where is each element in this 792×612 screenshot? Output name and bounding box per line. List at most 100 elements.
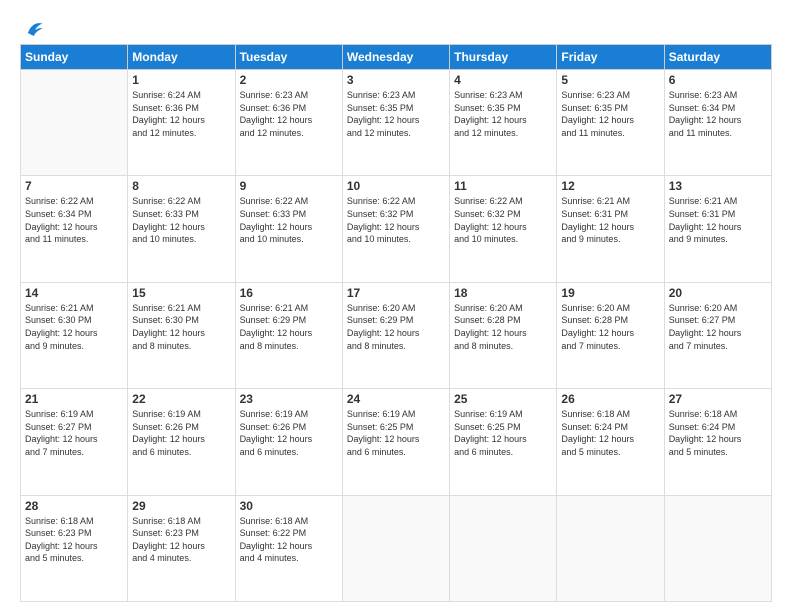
day-number: 9 [240,179,338,193]
day-number: 26 [561,392,659,406]
calendar-week-row: 14 Sunrise: 6:21 AMSunset: 6:30 PMDayligh… [21,282,772,388]
day-number: 1 [132,73,230,87]
day-info: Sunrise: 6:18 AMSunset: 6:24 PMDaylight:… [561,408,659,458]
day-number: 16 [240,286,338,300]
calendar-cell: 10 Sunrise: 6:22 AMSunset: 6:32 PMDayligh… [342,176,449,282]
calendar-cell: 15Sunrise: 6:21 AMSunset: 6:30 PMDayligh… [128,282,235,388]
calendar-cell: 1 Sunrise: 6:24 AMSunset: 6:36 PMDaylight… [128,70,235,176]
day-number: 25 [454,392,552,406]
calendar-cell: 17 Sunrise: 6:20 AMSunset: 6:29 PMDayligh… [342,282,449,388]
day-number: 13 [669,179,767,193]
day-info: Sunrise: 6:23 AMSunset: 6:34 PMDaylight:… [669,89,767,139]
day-number: 8 [132,179,230,193]
day-number: 20 [669,286,767,300]
day-info: Sunrise: 6:20 AMSunset: 6:29 PMDaylight:… [347,302,445,352]
calendar-cell: 12Sunrise: 6:21 AMSunset: 6:31 PMDayligh… [557,176,664,282]
calendar-cell: 20 Sunrise: 6:20 AMSunset: 6:27 PMDayligh… [664,282,771,388]
calendar-cell: 21Sunrise: 6:19 AMSunset: 6:27 PMDayligh… [21,389,128,495]
weekday-tuesday: Tuesday [235,45,342,70]
day-info: Sunrise: 6:21 AMSunset: 6:29 PMDaylight:… [240,302,338,352]
logo-bird-icon [22,18,44,40]
day-number: 3 [347,73,445,87]
calendar-week-row: 21Sunrise: 6:19 AMSunset: 6:27 PMDayligh… [21,389,772,495]
calendar-cell: 25Sunrise: 6:19 AMSunset: 6:25 PMDayligh… [450,389,557,495]
calendar-cell: 6 Sunrise: 6:23 AMSunset: 6:34 PMDaylight… [664,70,771,176]
day-info: Sunrise: 6:20 AMSunset: 6:27 PMDaylight:… [669,302,767,352]
day-info: Sunrise: 6:22 AMSunset: 6:32 PMDaylight:… [347,195,445,245]
calendar-cell [21,70,128,176]
calendar-cell [450,495,557,601]
day-number: 17 [347,286,445,300]
day-info: Sunrise: 6:19 AMSunset: 6:26 PMDaylight:… [240,408,338,458]
weekday-thursday: Thursday [450,45,557,70]
calendar-cell: 26 Sunrise: 6:18 AMSunset: 6:24 PMDayligh… [557,389,664,495]
weekday-header-row: SundayMondayTuesdayWednesdayThursdayFrid… [21,45,772,70]
calendar-cell: 18Sunrise: 6:20 AMSunset: 6:28 PMDayligh… [450,282,557,388]
calendar-cell: 7 Sunrise: 6:22 AMSunset: 6:34 PMDaylight… [21,176,128,282]
calendar-cell: 13 Sunrise: 6:21 AMSunset: 6:31 PMDayligh… [664,176,771,282]
weekday-friday: Friday [557,45,664,70]
day-number: 7 [25,179,123,193]
calendar-cell: 30 Sunrise: 6:18 AMSunset: 6:22 PMDayligh… [235,495,342,601]
day-number: 23 [240,392,338,406]
weekday-monday: Monday [128,45,235,70]
day-info: Sunrise: 6:18 AMSunset: 6:24 PMDaylight:… [669,408,767,458]
calendar-week-row: 1 Sunrise: 6:24 AMSunset: 6:36 PMDaylight… [21,70,772,176]
day-number: 19 [561,286,659,300]
day-number: 10 [347,179,445,193]
day-info: Sunrise: 6:21 AMSunset: 6:30 PMDaylight:… [25,302,123,352]
calendar-cell: 16 Sunrise: 6:21 AMSunset: 6:29 PMDayligh… [235,282,342,388]
day-info: Sunrise: 6:21 AMSunset: 6:31 PMDaylight:… [669,195,767,245]
day-info: Sunrise: 6:23 AMSunset: 6:35 PMDaylight:… [454,89,552,139]
calendar-cell: 19 Sunrise: 6:20 AMSunset: 6:28 PMDayligh… [557,282,664,388]
day-info: Sunrise: 6:19 AMSunset: 6:26 PMDaylight:… [132,408,230,458]
calendar-cell: 14 Sunrise: 6:21 AMSunset: 6:30 PMDayligh… [21,282,128,388]
day-info: Sunrise: 6:20 AMSunset: 6:28 PMDaylight:… [561,302,659,352]
day-number: 24 [347,392,445,406]
day-info: Sunrise: 6:19 AMSunset: 6:25 PMDaylight:… [347,408,445,458]
day-info: Sunrise: 6:22 AMSunset: 6:33 PMDaylight:… [240,195,338,245]
calendar-week-row: 7 Sunrise: 6:22 AMSunset: 6:34 PMDaylight… [21,176,772,282]
day-info: Sunrise: 6:24 AMSunset: 6:36 PMDaylight:… [132,89,230,139]
calendar-cell: 2 Sunrise: 6:23 AMSunset: 6:36 PMDaylight… [235,70,342,176]
calendar-cell: 29Sunrise: 6:18 AMSunset: 6:23 PMDayligh… [128,495,235,601]
day-info: Sunrise: 6:22 AMSunset: 6:32 PMDaylight:… [454,195,552,245]
day-number: 12 [561,179,659,193]
day-info: Sunrise: 6:21 AMSunset: 6:30 PMDaylight:… [132,302,230,352]
calendar-cell: 9 Sunrise: 6:22 AMSunset: 6:33 PMDaylight… [235,176,342,282]
page: SundayMondayTuesdayWednesdayThursdayFrid… [0,0,792,612]
day-number: 14 [25,286,123,300]
calendar-cell: 4 Sunrise: 6:23 AMSunset: 6:35 PMDaylight… [450,70,557,176]
day-info: Sunrise: 6:23 AMSunset: 6:36 PMDaylight:… [240,89,338,139]
calendar-week-row: 28 Sunrise: 6:18 AMSunset: 6:23 PMDayligh… [21,495,772,601]
calendar-cell: 24 Sunrise: 6:19 AMSunset: 6:25 PMDayligh… [342,389,449,495]
day-number: 6 [669,73,767,87]
day-number: 11 [454,179,552,193]
day-info: Sunrise: 6:20 AMSunset: 6:28 PMDaylight:… [454,302,552,352]
calendar-cell [557,495,664,601]
calendar-cell: 8 Sunrise: 6:22 AMSunset: 6:33 PMDaylight… [128,176,235,282]
day-number: 28 [25,499,123,513]
calendar-cell [664,495,771,601]
weekday-saturday: Saturday [664,45,771,70]
calendar-cell: 27Sunrise: 6:18 AMSunset: 6:24 PMDayligh… [664,389,771,495]
calendar-cell: 11 Sunrise: 6:22 AMSunset: 6:32 PMDayligh… [450,176,557,282]
day-info: Sunrise: 6:22 AMSunset: 6:34 PMDaylight:… [25,195,123,245]
day-number: 30 [240,499,338,513]
calendar-cell [342,495,449,601]
day-info: Sunrise: 6:23 AMSunset: 6:35 PMDaylight:… [561,89,659,139]
calendar-cell: 5Sunrise: 6:23 AMSunset: 6:35 PMDaylight… [557,70,664,176]
logo [20,18,44,36]
day-number: 2 [240,73,338,87]
day-number: 4 [454,73,552,87]
day-info: Sunrise: 6:18 AMSunset: 6:23 PMDaylight:… [132,515,230,565]
day-info: Sunrise: 6:18 AMSunset: 6:22 PMDaylight:… [240,515,338,565]
calendar-cell: 22Sunrise: 6:19 AMSunset: 6:26 PMDayligh… [128,389,235,495]
day-info: Sunrise: 6:18 AMSunset: 6:23 PMDaylight:… [25,515,123,565]
header [20,18,772,36]
day-info: Sunrise: 6:23 AMSunset: 6:35 PMDaylight:… [347,89,445,139]
day-info: Sunrise: 6:22 AMSunset: 6:33 PMDaylight:… [132,195,230,245]
day-number: 21 [25,392,123,406]
weekday-sunday: Sunday [21,45,128,70]
calendar-cell: 23 Sunrise: 6:19 AMSunset: 6:26 PMDayligh… [235,389,342,495]
